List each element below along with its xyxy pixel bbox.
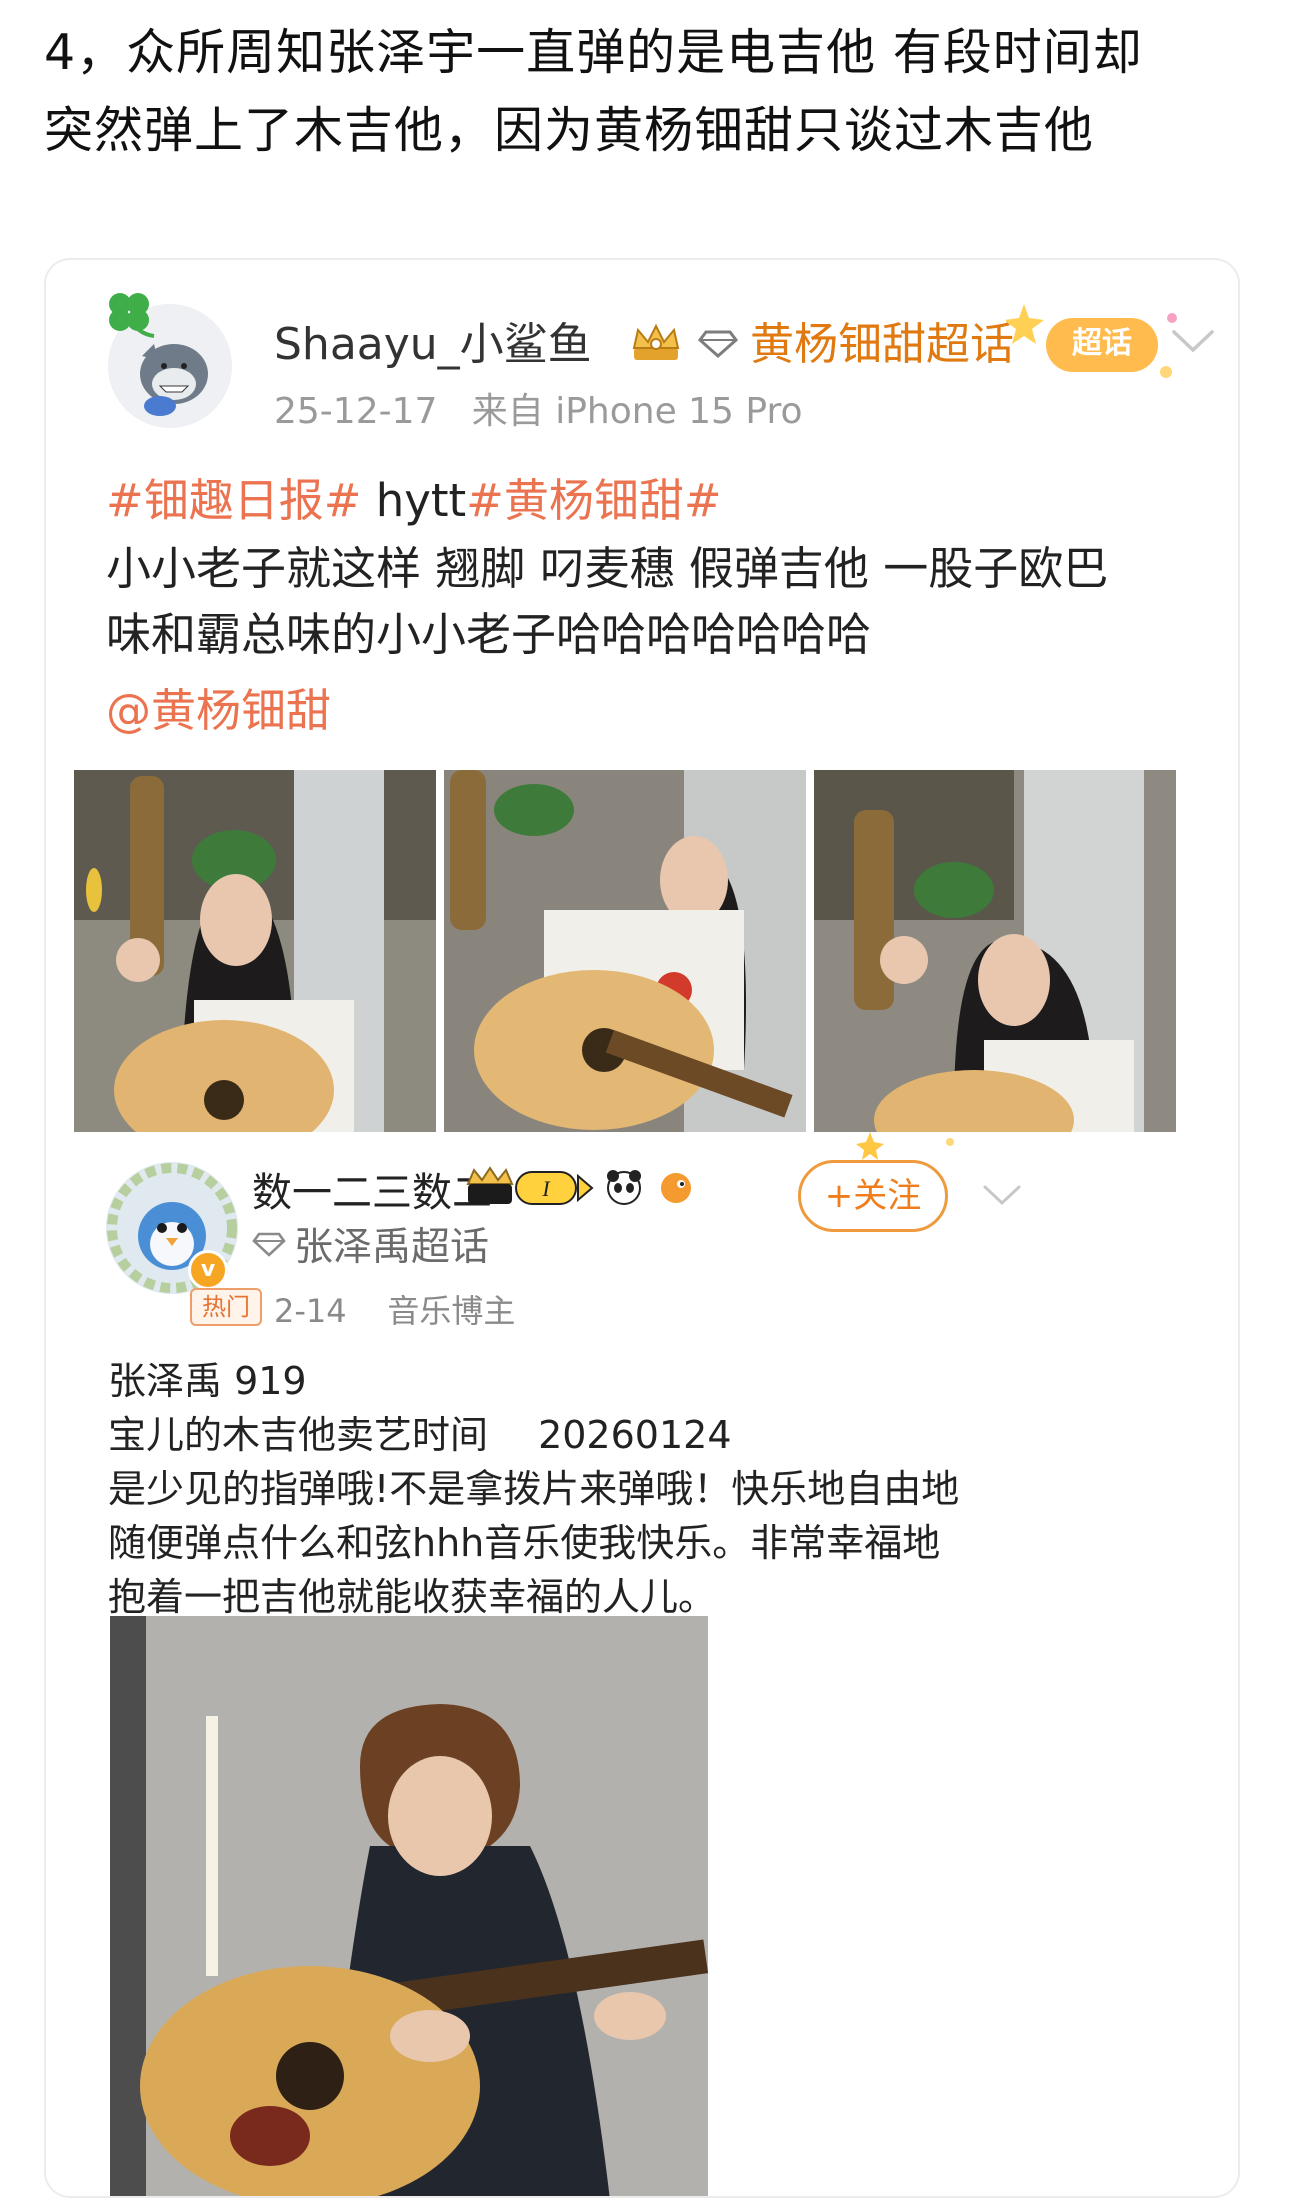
repost-body-line: 张泽禹 919 [108, 1359, 307, 1403]
repost-author-username[interactable]: 数一二三数二 [252, 1160, 492, 1218]
hashtag-text: hytt [361, 474, 467, 527]
crown-icon [632, 323, 680, 360]
repost-supertopic-link[interactable]: 张泽禹超话 [294, 1216, 489, 1272]
chevron-down-icon[interactable] [1168, 324, 1218, 358]
intro-text: 4，众所周知张泽宇一直弹的是电吉他 有段时间却 突然弹上了木吉他，因为黄杨钿甜只… [44, 14, 1254, 170]
intro-line-1: 4，众所周知张泽宇一直弹的是电吉他 有段时间却 [44, 24, 1143, 81]
repost-body-line: 宝儿的木吉他卖艺时间 20260124 [108, 1413, 732, 1457]
post-source: 来自 iPhone 15 Pro [471, 391, 803, 432]
user-badges: I [466, 1166, 691, 1205]
diamond-icon [252, 1232, 286, 1257]
post-meta: 25-12-17 来自 iPhone 15 Pro [274, 382, 803, 434]
intro-line-2: 突然弹上了木吉他，因为黄杨钿甜只谈过木吉他 [44, 102, 1095, 159]
repost-date: 2-14 [274, 1292, 347, 1330]
photo-girl-guitar-3 [814, 770, 1176, 1132]
author-username[interactable]: Shaayu_小鲨鱼 [274, 308, 592, 372]
chevron-down-icon[interactable] [980, 1180, 1024, 1210]
hashtag-link[interactable]: #钿趣日报# [106, 474, 361, 527]
post-body-line: 味和霸总味的小小老子哈哈哈哈哈哈哈 [106, 608, 872, 661]
supertopic-link[interactable]: 黄杨钿甜超话 [750, 308, 1014, 372]
post-photo-1[interactable] [74, 770, 436, 1132]
crown-icon [466, 1166, 514, 1185]
repost-body-line: 是少见的指弹哦!不是拿拨片来弹哦！快乐地自由地 [108, 1467, 960, 1511]
author-role: 音乐博主 [387, 1292, 516, 1330]
hot-badge: 热门 [190, 1288, 262, 1326]
photo-boy-guitar [110, 1616, 708, 2196]
pufferfish-icon [661, 1173, 691, 1203]
post-body-line: 小小老子就这样 翘脚 叼麦穗 假弹吉他 一股子欧巴 [106, 542, 1109, 595]
clover-icon [109, 293, 155, 338]
repost-body-line: 随便弹点什么和弦hhh音乐使我快乐。非常幸福地 [108, 1521, 941, 1565]
post-photo-3[interactable] [814, 770, 1176, 1132]
repost-meta: 2-14 音乐博主 [274, 1286, 515, 1332]
repost-body: 张泽禹 919 宝儿的木吉他卖艺时间 20260124 是少见的指弹哦!不是拿拨… [108, 1354, 1008, 1624]
photo-girl-guitar-1 [74, 770, 436, 1132]
photo-girl-guitar-2 [444, 770, 806, 1132]
sticker-label: 超话 [1072, 326, 1132, 361]
page: 4，众所周知张泽宇一直弹的是电吉他 有段时间却 突然弹上了木吉他，因为黄杨钿甜只… [0, 0, 1290, 2207]
mention-link[interactable]: @黄杨钿甜 [106, 674, 331, 739]
hashtag-link[interactable]: #黄杨钿甜# [466, 474, 721, 527]
hashtag-line: #钿趣日报# hytt#黄杨钿甜# [106, 464, 722, 529]
diamond-icon [698, 330, 738, 358]
verified-badge: v [188, 1250, 228, 1290]
post-photo-2[interactable] [444, 770, 806, 1132]
repost-video[interactable] [110, 1616, 708, 2196]
weibo-post-card[interactable]: Shaayu_小鲨鱼 黄杨钿甜超话 超话 25-12-17 来自 iPhone … [44, 258, 1240, 2198]
follow-button[interactable]: +关注 [798, 1160, 948, 1232]
post-body: 小小老子就这样 翘脚 叼麦穗 假弹吉他 一股子欧巴 味和霸总味的小小老子哈哈哈哈… [106, 536, 1216, 668]
post-date: 25-12-17 [274, 391, 438, 432]
